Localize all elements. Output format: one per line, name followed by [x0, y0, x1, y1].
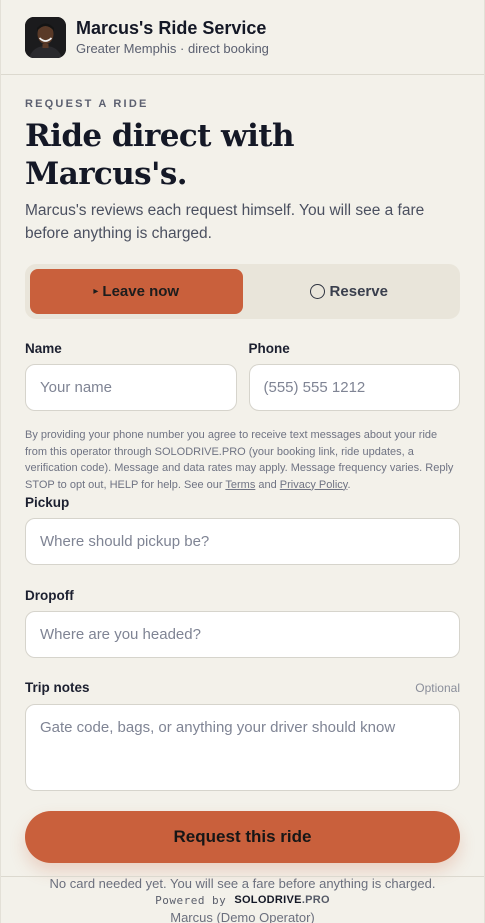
pickup-label: Pickup [25, 495, 70, 510]
phone-label: Phone [248, 341, 290, 356]
dropoff-group: Dropoff [25, 587, 460, 658]
pickup-input[interactable] [25, 518, 460, 565]
phone-group: Phone [248, 340, 460, 411]
reserve-label: Reserve [329, 283, 388, 300]
pickup-group: Pickup [25, 494, 460, 565]
brand-suffix: .PRO [301, 894, 330, 906]
phone-input[interactable] [248, 364, 460, 411]
play-icon: ▸ [93, 286, 99, 297]
brand-name: SOLODRIVE [234, 894, 302, 906]
operator-photo-icon [25, 16, 66, 58]
dropoff-label: Dropoff [25, 588, 74, 603]
dropoff-input[interactable] [25, 611, 460, 658]
service-subtitle: Greater Memphis · direct booking [76, 41, 269, 56]
footer: Powered by SOLODRIVE.PRO [1, 876, 484, 923]
leave-now-label: Leave now [102, 283, 180, 300]
sms-consent-text: By providing your phone number you agree… [25, 427, 460, 493]
solodrive-link[interactable]: SOLODRIVE.PRO [234, 894, 330, 906]
circle-icon [309, 284, 325, 299]
operator-avatar [25, 16, 66, 58]
eyebrow-label: REQUEST A RIDE [25, 98, 149, 110]
terms-link[interactable]: Terms [225, 479, 255, 491]
intro-text: Marcus's reviews each request himself. Y… [25, 202, 425, 242]
name-input[interactable] [25, 364, 237, 411]
contact-row: Name Phone [25, 340, 460, 411]
ride-request-page: Marcus's Ride Service Greater Memphis · … [0, 0, 485, 923]
main: REQUEST A RIDE Ride direct with Marcus's… [1, 98, 484, 923]
header-text: Marcus's Ride Service Greater Memphis · … [76, 17, 269, 57]
notes-group: Trip notes Optional [25, 679, 460, 796]
header: Marcus's Ride Service Greater Memphis · … [1, 0, 484, 75]
service-title: Marcus's Ride Service [76, 18, 267, 38]
name-label: Name [25, 341, 62, 356]
notes-label: Trip notes [25, 680, 90, 695]
page-title: Ride direct with Marcus's. [25, 118, 295, 192]
request-ride-button[interactable]: Request this ride [25, 811, 460, 863]
privacy-policy-link[interactable]: Privacy Policy [280, 479, 348, 491]
name-group: Name [25, 340, 237, 411]
consent-and: and [255, 478, 280, 491]
leave-now-button[interactable]: ▸ Leave now [30, 269, 243, 314]
notes-label-row: Trip notes Optional [25, 679, 460, 697]
reserve-button[interactable]: Reserve [243, 269, 456, 314]
trip-notes-input[interactable] [25, 704, 460, 791]
consent-end: . [347, 478, 351, 491]
ride-mode-toggle: ▸ Leave now Reserve [25, 264, 460, 319]
powered-by-label: Powered by [155, 893, 227, 907]
optional-tag: Optional [415, 681, 460, 695]
